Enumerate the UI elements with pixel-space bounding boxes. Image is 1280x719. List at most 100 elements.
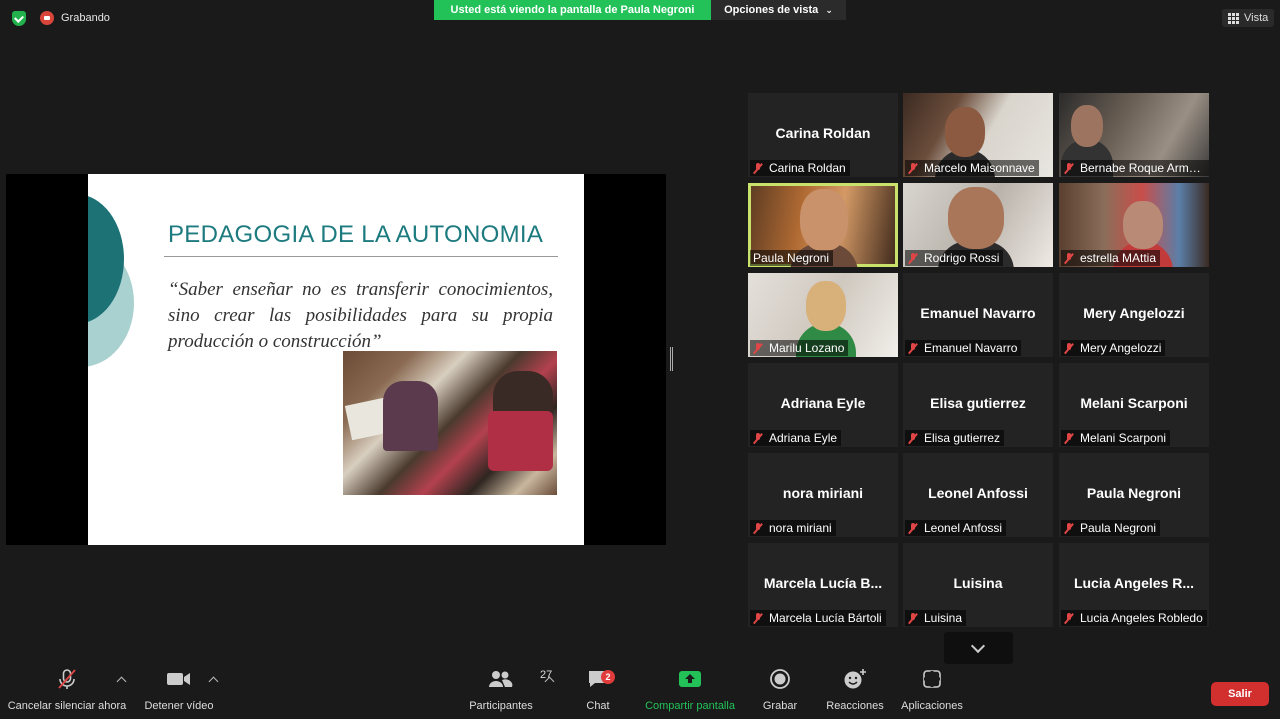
participant-tile[interactable]: Marcela Lucía B... Marcela Lucía Bártoli [748,543,898,627]
unmute-label: Cancelar silenciar ahora [7,700,127,712]
participant-name-label: Adriana Eyle [750,430,842,446]
participant-name: Luisina [924,611,963,625]
presentation-slide: PEDAGOGIA DE LA AUTONOMIA “Saber enseñar… [88,174,584,545]
stop-video-button[interactable]: Detener vídeo [140,664,218,719]
share-screen-label: Compartir pantalla [645,700,735,712]
participant-name: Elisa gutierrez [924,431,1001,445]
apps-button[interactable]: Aplicaciones [896,664,968,719]
shield-icon[interactable] [12,11,26,26]
video-camera-icon [167,673,190,685]
participant-name: Carina Roldan [769,161,846,175]
participant-tile[interactable]: Lucia Angeles R... Lucia Angeles Robledo [1059,543,1209,627]
participant-name-label: Leonel Anfossi [905,520,1007,536]
participant-name-label: Mery Angelozzi [1061,340,1166,356]
participant-name: Mery Angelozzi [1080,341,1162,355]
participant-tile[interactable]: Luisina Luisina [903,543,1053,627]
participant-tile[interactable]: Marilu Lozano [748,273,898,357]
participant-tile[interactable]: Carina Roldan Carina Roldan [748,93,898,177]
participants-button[interactable]: 27 Participantes [464,664,552,719]
participant-name-label: Marilu Lozano [750,340,849,356]
participant-tile[interactable]: Leonel Anfossi Leonel Anfossi [903,453,1053,537]
participant-video-face [806,281,846,331]
mic-muted-icon [908,252,918,264]
view-button[interactable]: Vista [1222,9,1275,27]
mic-muted-icon [1064,522,1074,534]
participant-name: Marcela Lucía Bártoli [769,611,882,625]
participant-tile[interactable]: Rodrigo Rossi [903,183,1053,267]
participant-display-name: Luisina [953,575,1003,591]
mic-muted-icon [908,522,918,534]
mic-muted-icon [753,522,763,534]
view-label: Vista [1244,12,1269,24]
participant-tile[interactable]: estrella MAttia [1059,183,1209,267]
leave-button[interactable]: Salir [1211,682,1269,706]
participant-tile[interactable]: Mery Angelozzi Mery Angelozzi [1059,273,1209,357]
resize-handle[interactable] [670,347,673,371]
participant-video-face [800,189,848,251]
participant-name: estrella MAttia [1080,251,1157,265]
record-button[interactable]: Grabar [758,664,802,719]
mic-muted-icon [908,342,918,354]
mic-muted-icon [908,432,918,444]
mic-muted-icon [1064,162,1074,174]
participant-name: Melani Scarponi [1080,431,1167,445]
mic-muted-icon [58,669,76,689]
mic-muted-icon [1064,612,1074,624]
recording-label: Grabando [61,12,110,24]
participant-name: Bernabe Roque Arma... [1080,161,1205,175]
participant-tile[interactable]: Elisa gutierrez Elisa gutierrez [903,363,1053,447]
chat-button[interactable]: 2 Chat [575,664,621,719]
participant-name: Paula Negroni [1080,521,1157,535]
participant-tile[interactable]: Paula Negroni [748,183,898,267]
participant-name: Marilu Lozano [769,341,845,355]
photo-person [488,411,553,471]
stop-video-label: Detener vídeo [144,700,214,712]
record-icon [770,669,790,689]
participant-name: Lucia Angeles Robledo [1080,611,1203,625]
participant-tile[interactable]: Paula Negroni Paula Negroni [1059,453,1209,537]
participant-display-name: Adriana Eyle [780,395,866,411]
mic-muted-icon [753,612,763,624]
recording-icon [40,11,54,25]
participant-display-name: nora miriani [782,485,864,501]
recording-indicator[interactable]: Grabando [40,11,110,25]
chevron-down-icon: ⌄ [825,5,833,15]
mic-muted-icon [753,162,763,174]
participant-tile[interactable]: Emanuel Navarro Emanuel Navarro [903,273,1053,357]
participant-name: Adriana Eyle [769,431,838,445]
participant-name: nora miriani [769,521,832,535]
share-screen-button[interactable]: Compartir pantalla [640,664,740,719]
unmute-button[interactable]: Cancelar silenciar ahora [6,664,128,719]
participant-tile[interactable]: Melani Scarponi Melani Scarponi [1059,363,1209,447]
share-screen-icon [679,671,701,687]
participant-display-name: Emanuel Navarro [920,305,1036,321]
shared-screen: PEDAGOGIA DE LA AUTONOMIA “Saber enseñar… [6,174,666,545]
participant-name-label: estrella MAttia [1061,250,1161,266]
reactions-button[interactable]: Reacciones [822,664,888,719]
participants-label: Participantes [469,700,533,712]
emoji-icon [844,669,866,689]
participant-tile[interactable]: nora miriani nora miriani [748,453,898,537]
mic-muted-icon [1064,342,1074,354]
slide-quote: “Saber enseñar no es transferir conocimi… [168,279,553,352]
participant-name: Emanuel Navarro [924,341,1018,355]
participant-name: Rodrigo Rossi [924,251,1000,265]
participants-icon [489,671,513,687]
participant-tile[interactable]: Bernabe Roque Arma... [1059,93,1209,177]
participant-tile[interactable]: Adriana Eyle Adriana Eyle [748,363,898,447]
chat-label: Chat [586,700,610,712]
chevron-up-icon[interactable] [544,676,555,687]
participant-name: Leonel Anfossi [924,521,1003,535]
participant-name-label: Melani Scarponi [1061,430,1171,446]
participant-tile[interactable]: Marcelo Maisonnave [903,93,1053,177]
participant-name-label: Elisa gutierrez [905,430,1005,446]
participant-name-label: Luisina [905,610,967,626]
mic-muted-icon [753,432,763,444]
participant-name-label: Paula Negroni [750,250,834,266]
view-options-button[interactable]: Opciones de vista ⌄ [711,0,846,20]
mic-muted-icon [1064,432,1074,444]
scroll-down-button[interactable] [944,632,1013,664]
participant-name-label: Rodrigo Rossi [905,250,1004,266]
participant-display-name: Lucia Angeles R... [1073,575,1195,591]
slide-title: PEDAGOGIA DE LA AUTONOMIA [168,221,544,248]
